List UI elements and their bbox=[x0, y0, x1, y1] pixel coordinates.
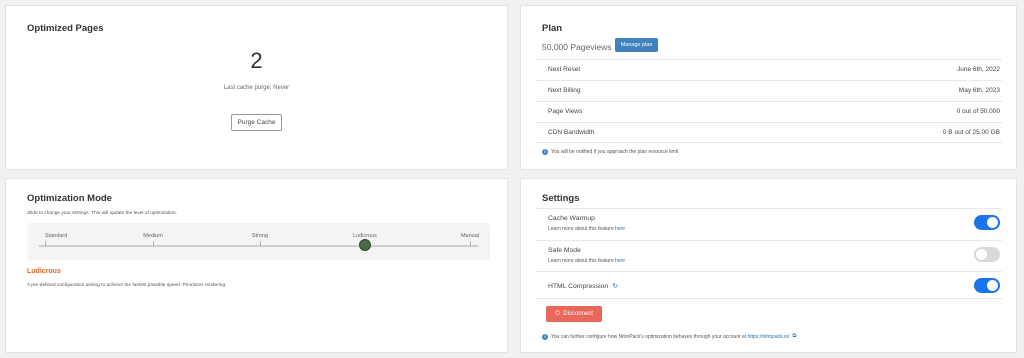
settings-footer-text: You can further configure how NitroPack'… bbox=[551, 333, 747, 340]
settings-card: Settings Cache Warmup Learn more about t… bbox=[520, 178, 1017, 353]
plan-title: Plan bbox=[542, 23, 563, 34]
settings-footer-note: i You can further configure how NitroPac… bbox=[542, 333, 796, 340]
setting-label-text: HTML Compression bbox=[548, 283, 609, 290]
setting-html-compression: HTML Compression ↻ bbox=[536, 272, 1002, 298]
plan-row-cdn-bandwidth: CDN Bandwidth 0 B out of 25.00 GB bbox=[536, 122, 1002, 143]
setting-sub: Learn more about this feature here bbox=[548, 226, 625, 232]
plan-row-value: May 6th, 2023 bbox=[958, 87, 1000, 94]
plan-row-value: 0 B out of 25.00 GB bbox=[942, 129, 1000, 136]
plan-row-next-billing: Next Billing May 6th, 2023 bbox=[536, 80, 1002, 101]
setting-label: Safe Mode bbox=[548, 247, 581, 254]
mode-label-standard[interactable]: Standard bbox=[45, 233, 67, 239]
settings-title: Settings bbox=[542, 193, 580, 204]
plan-row-label: Next Billing bbox=[548, 87, 581, 94]
setting-sub-text: Learn more about this feature bbox=[548, 258, 614, 264]
plan-row-label: Next Reset bbox=[548, 66, 581, 73]
plan-note: i You will be notified if you approach t… bbox=[542, 149, 678, 155]
slider-tick bbox=[470, 241, 471, 247]
plan-row-value: 0 out of 50,000 bbox=[956, 108, 1000, 115]
setting-safe-mode: Safe Mode Learn more about this feature … bbox=[536, 241, 1002, 271]
plan-row-page-views: Page Views 0 out of 50,000 bbox=[536, 101, 1002, 122]
divider bbox=[536, 298, 1002, 299]
purge-cache-button[interactable]: Purge Cache bbox=[231, 114, 282, 131]
optimized-pages-count: 2 bbox=[250, 48, 263, 73]
slider-tick bbox=[153, 241, 154, 247]
slider-tick bbox=[45, 241, 46, 247]
plan-row-label: CDN Bandwidth bbox=[548, 129, 595, 136]
plan-row-label: Page Views bbox=[548, 108, 583, 115]
disconnect-label: Disconnect bbox=[563, 311, 593, 317]
slider-handle[interactable] bbox=[359, 239, 371, 251]
selected-mode-description: A pre-defined configuration aiming to ac… bbox=[27, 283, 227, 288]
slider-tick bbox=[260, 241, 261, 247]
optimized-pages-card: Optimized Pages 2 Last cache purge: Neve… bbox=[5, 5, 508, 170]
last-purge-info: Last cache purge: Never bbox=[223, 85, 290, 91]
plan-note-text: You will be notified if you approach the… bbox=[551, 149, 679, 155]
optimization-mode-card: Optimization Mode Slide to change your s… bbox=[5, 178, 508, 353]
optimization-mode-title: Optimization Mode bbox=[27, 193, 112, 204]
refresh-icon[interactable]: ↻ bbox=[612, 282, 618, 290]
plan-row-next-reset: Next Reset June 6th, 2022 bbox=[536, 59, 1002, 80]
setting-sub: Learn more about this feature here bbox=[548, 258, 625, 264]
optimization-mode-slider[interactable]: Standard Medium Strong Ludicrous Manual bbox=[27, 223, 490, 260]
disconnect-button[interactable]: ⏻ Disconnect bbox=[546, 306, 602, 322]
learn-more-link[interactable]: here bbox=[615, 258, 625, 264]
mode-label-medium[interactable]: Medium bbox=[143, 233, 163, 239]
mode-label-manual[interactable]: Manual bbox=[461, 233, 479, 239]
mode-label-strong[interactable]: Strong bbox=[252, 233, 268, 239]
cache-warmup-toggle[interactable] bbox=[974, 215, 1000, 230]
setting-label: HTML Compression ↻ bbox=[548, 282, 618, 290]
slider-track[interactable] bbox=[39, 245, 478, 247]
setting-sub-text: Learn more about this feature bbox=[548, 226, 614, 232]
optimized-pages-title: Optimized Pages bbox=[27, 23, 104, 34]
plan-pageviews: 50,000 Pageviews bbox=[542, 42, 612, 52]
external-link-icon[interactable]: ⧉ bbox=[792, 333, 796, 340]
power-icon: ⏻ bbox=[555, 310, 561, 317]
nitropack-link[interactable]: https://nitropack.io/ bbox=[747, 334, 789, 340]
setting-label: Cache Warmup bbox=[548, 215, 595, 222]
info-icon: i bbox=[542, 333, 548, 340]
plan-card: Plan 50,000 Pageviews Manage plan Next R… bbox=[520, 5, 1017, 170]
selected-mode-name: Ludicrous bbox=[27, 268, 61, 275]
manage-plan-button[interactable]: Manage plan bbox=[615, 38, 658, 52]
setting-cache-warmup: Cache Warmup Learn more about this featu… bbox=[536, 209, 1002, 240]
html-compression-toggle[interactable] bbox=[974, 278, 1000, 293]
optimization-mode-description: Slide to change your settings. This will… bbox=[27, 211, 178, 216]
plan-row-value: June 6th, 2022 bbox=[956, 66, 1000, 73]
safe-mode-toggle[interactable] bbox=[974, 247, 1000, 262]
info-icon: i bbox=[542, 149, 548, 155]
learn-more-link[interactable]: here bbox=[615, 226, 625, 232]
